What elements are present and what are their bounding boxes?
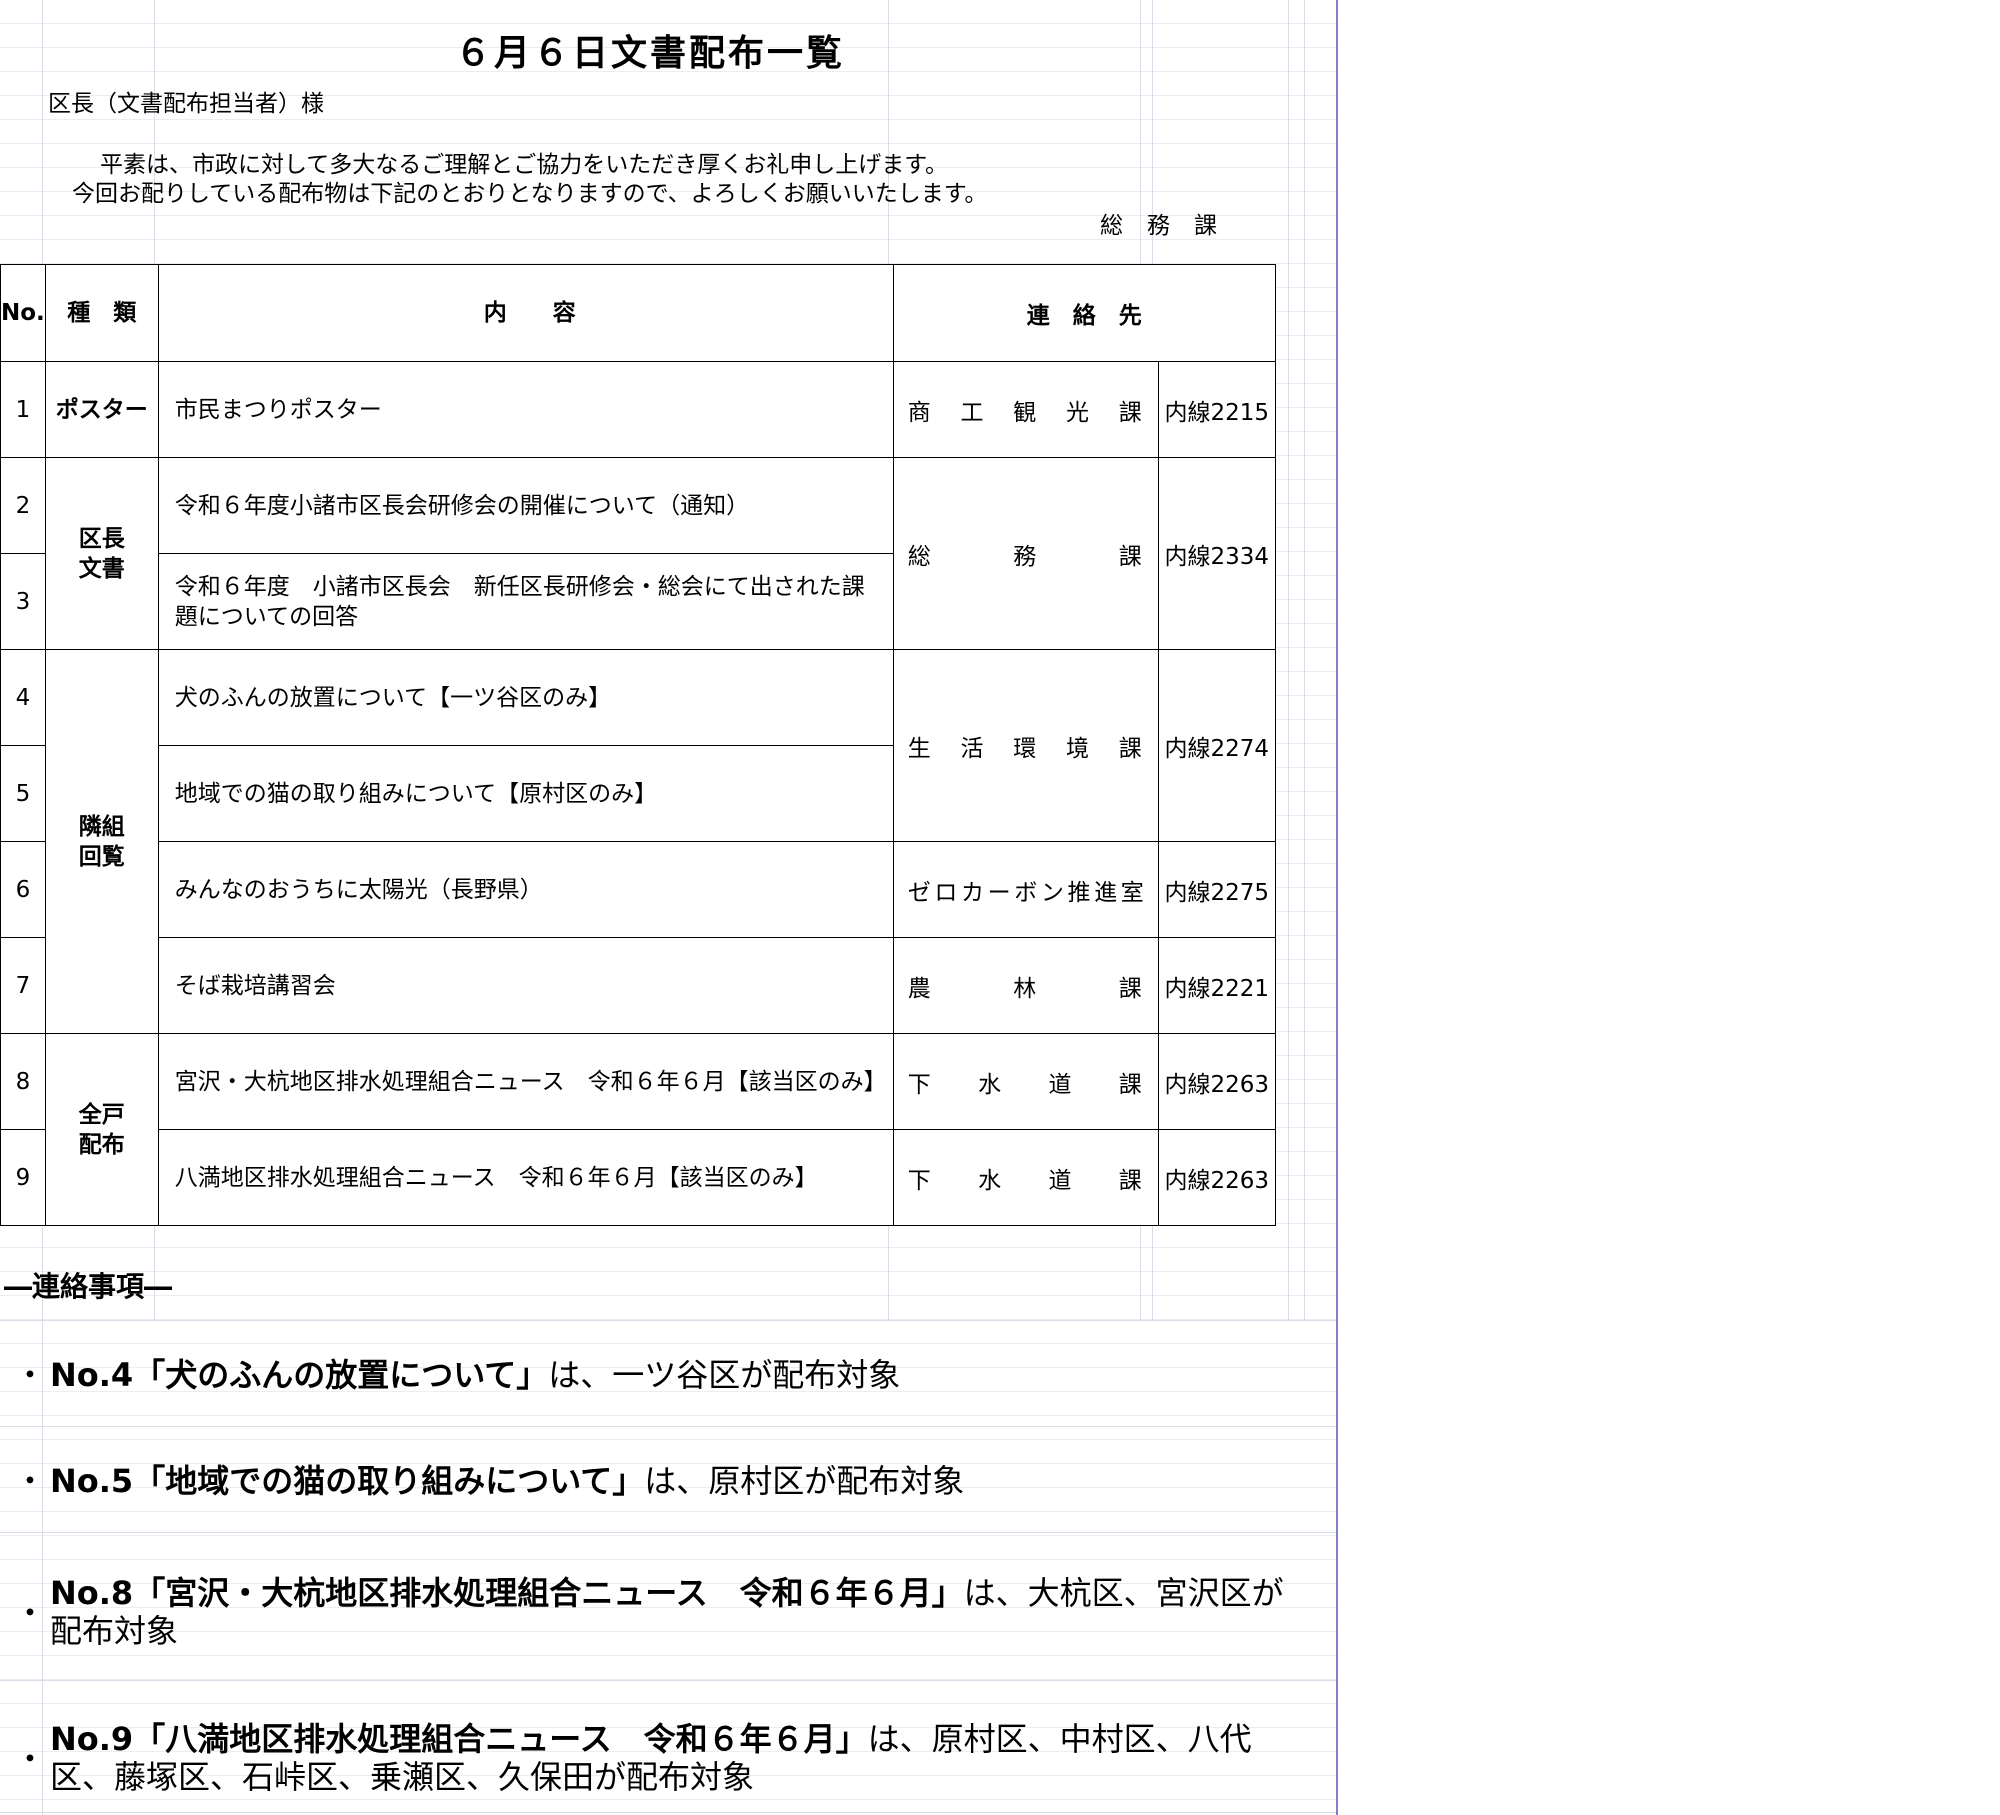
spreadsheet-sheet: ６月６日文書配布一覧 区長（文書配布担当者）様 平素は、市政に対して多大なるご理…	[0, 0, 1338, 1815]
row-no: 2	[0, 457, 46, 554]
row-ext: 内線2215	[1157, 361, 1276, 458]
row-content: そば栽培講習会	[157, 937, 894, 1034]
distribution-table: No. 種 類 内 容 連 絡 先 1 ポスター 市民まつりポスター 商工観光課…	[0, 264, 1276, 1226]
header-no: No.	[0, 264, 46, 362]
note-rest: は、一ツ谷区が配布対象	[548, 1356, 901, 1394]
row-dept: 下水道課	[892, 1129, 1159, 1226]
grid-column-line	[1304, 0, 1305, 1320]
row-type: 区長 文書	[44, 457, 159, 650]
document-title: ６月６日文書配布一覧	[455, 33, 846, 74]
table-row: 1 ポスター 市民まつりポスター 商工観光課 内線2215	[0, 361, 1276, 458]
note-text: No.5「地域での猫の取り組みについて」は、原村区が配布対象	[50, 1462, 1290, 1500]
addressee-line: 区長（文書配布担当者）様	[48, 91, 324, 117]
row-no: 6	[0, 841, 46, 938]
grid-row-line	[0, 1532, 1336, 1533]
row-ext: 内線2274	[1157, 649, 1276, 842]
row-ext: 内線2263	[1157, 1129, 1276, 1226]
row-no: 3	[0, 553, 46, 650]
grid-row-line	[0, 1812, 1336, 1813]
note-lead: No.4「犬のふんの放置について」	[50, 1356, 549, 1394]
note-lead: No.5「地域での猫の取り組みについて」	[50, 1462, 645, 1500]
row-dept: 下水道課	[892, 1033, 1159, 1130]
row-no: 9	[0, 1129, 46, 1226]
row-dept: 総務課	[892, 457, 1159, 650]
row-dept: 生活環境課	[892, 649, 1159, 842]
row-ext: 内線2221	[1157, 937, 1276, 1034]
row-content: 令和６年度小諸市区長会研修会の開催について（通知）	[157, 457, 894, 554]
table-header-row: No. 種 類 内 容 連 絡 先	[0, 264, 1276, 362]
note-text: No.8「宮沢・大杭地区排水処理組合ニュース 令和６年６月」は、大杭区、宮沢区が…	[50, 1574, 1290, 1650]
row-no: 5	[0, 745, 46, 842]
header-type: 種 類	[44, 264, 159, 362]
row-no: 7	[0, 937, 46, 1034]
header-content: 内 容	[157, 264, 894, 362]
row-type: ポスター	[44, 361, 159, 458]
header-contact: 連 絡 先	[892, 264, 1276, 362]
grid-column-line	[1288, 0, 1289, 1320]
note-bullet: ・	[14, 1594, 47, 1632]
row-content: 八満地区排水処理組合ニュース 令和６年６月【該当区のみ】	[157, 1129, 894, 1226]
row-type: 全戸 配布	[44, 1033, 159, 1226]
note-bullet: ・	[14, 1356, 47, 1394]
issuing-department: 総務課	[1100, 213, 1241, 239]
note-rest: は、原村区が配布対象	[644, 1462, 965, 1500]
note-text: No.9「八満地区排水処理組合ニュース 令和６年６月」は、原村区、中村区、八代区…	[50, 1720, 1290, 1796]
note-bullet: ・	[14, 1462, 47, 1500]
table-row: 7 そば栽培講習会 農林課 内線2221	[0, 937, 1276, 1034]
row-type: 隣組 回覧	[44, 649, 159, 1034]
grid-row-line	[0, 1426, 1336, 1427]
row-content: 市民まつりポスター	[157, 361, 894, 458]
row-ext: 内線2334	[1157, 457, 1276, 650]
table-row: 9 八満地区排水処理組合ニュース 令和６年６月【該当区のみ】 下水道課 内線22…	[0, 1129, 1276, 1226]
row-no: 4	[0, 649, 46, 746]
note-lead: No.9「八満地区排水処理組合ニュース 令和６年６月」	[50, 1720, 868, 1758]
row-ext: 内線2263	[1157, 1033, 1276, 1130]
row-content: 地域での猫の取り組みについて【原村区のみ】	[157, 745, 894, 842]
row-content: 犬のふんの放置について【一ツ谷区のみ】	[157, 649, 894, 746]
grid-row-line	[0, 1680, 1336, 1681]
table-row: 4 隣組 回覧 犬のふんの放置について【一ツ谷区のみ】 生活環境課 内線2274	[0, 649, 1276, 1034]
grid-row-line	[0, 1320, 1336, 1321]
greeting-line-2: 今回お配りしている配布物は下記のとおりとなりますので、よろしくお願いいたします。	[72, 181, 988, 207]
table-row: 2 区長 文書 令和６年度小諸市区長会研修会の開催について（通知） 総務課 内線…	[0, 457, 1276, 650]
table-row: 6 みんなのおうちに太陽光（長野県） ゼロカーボン推進室 内線2275	[0, 841, 1276, 938]
notes-title: ―連絡事項―	[4, 1270, 173, 1303]
table-row: 8 全戸 配布 宮沢・大杭地区排水処理組合ニュース 令和６年６月【該当区のみ】 …	[0, 1033, 1276, 1226]
row-dept: 商工観光課	[892, 361, 1159, 458]
row-ext: 内線2275	[1157, 841, 1276, 938]
note-text: No.4「犬のふんの放置について」は、一ツ谷区が配布対象	[50, 1356, 1290, 1394]
row-no: 1	[0, 361, 46, 458]
note-lead: No.8「宮沢・大杭地区排水処理組合ニュース 令和６年６月」	[50, 1574, 964, 1612]
row-content: 宮沢・大杭地区排水処理組合ニュース 令和６年６月【該当区のみ】	[157, 1033, 894, 1130]
row-dept: 農林課	[892, 937, 1159, 1034]
row-dept: ゼロカーボン推進室	[892, 841, 1159, 938]
row-content: 令和６年度 小諸市区長会 新任区長研修会・総会にて出された課題についての回答	[157, 553, 894, 650]
row-content: みんなのおうちに太陽光（長野県）	[157, 841, 894, 938]
note-bullet: ・	[14, 1740, 47, 1778]
row-no: 8	[0, 1033, 46, 1130]
